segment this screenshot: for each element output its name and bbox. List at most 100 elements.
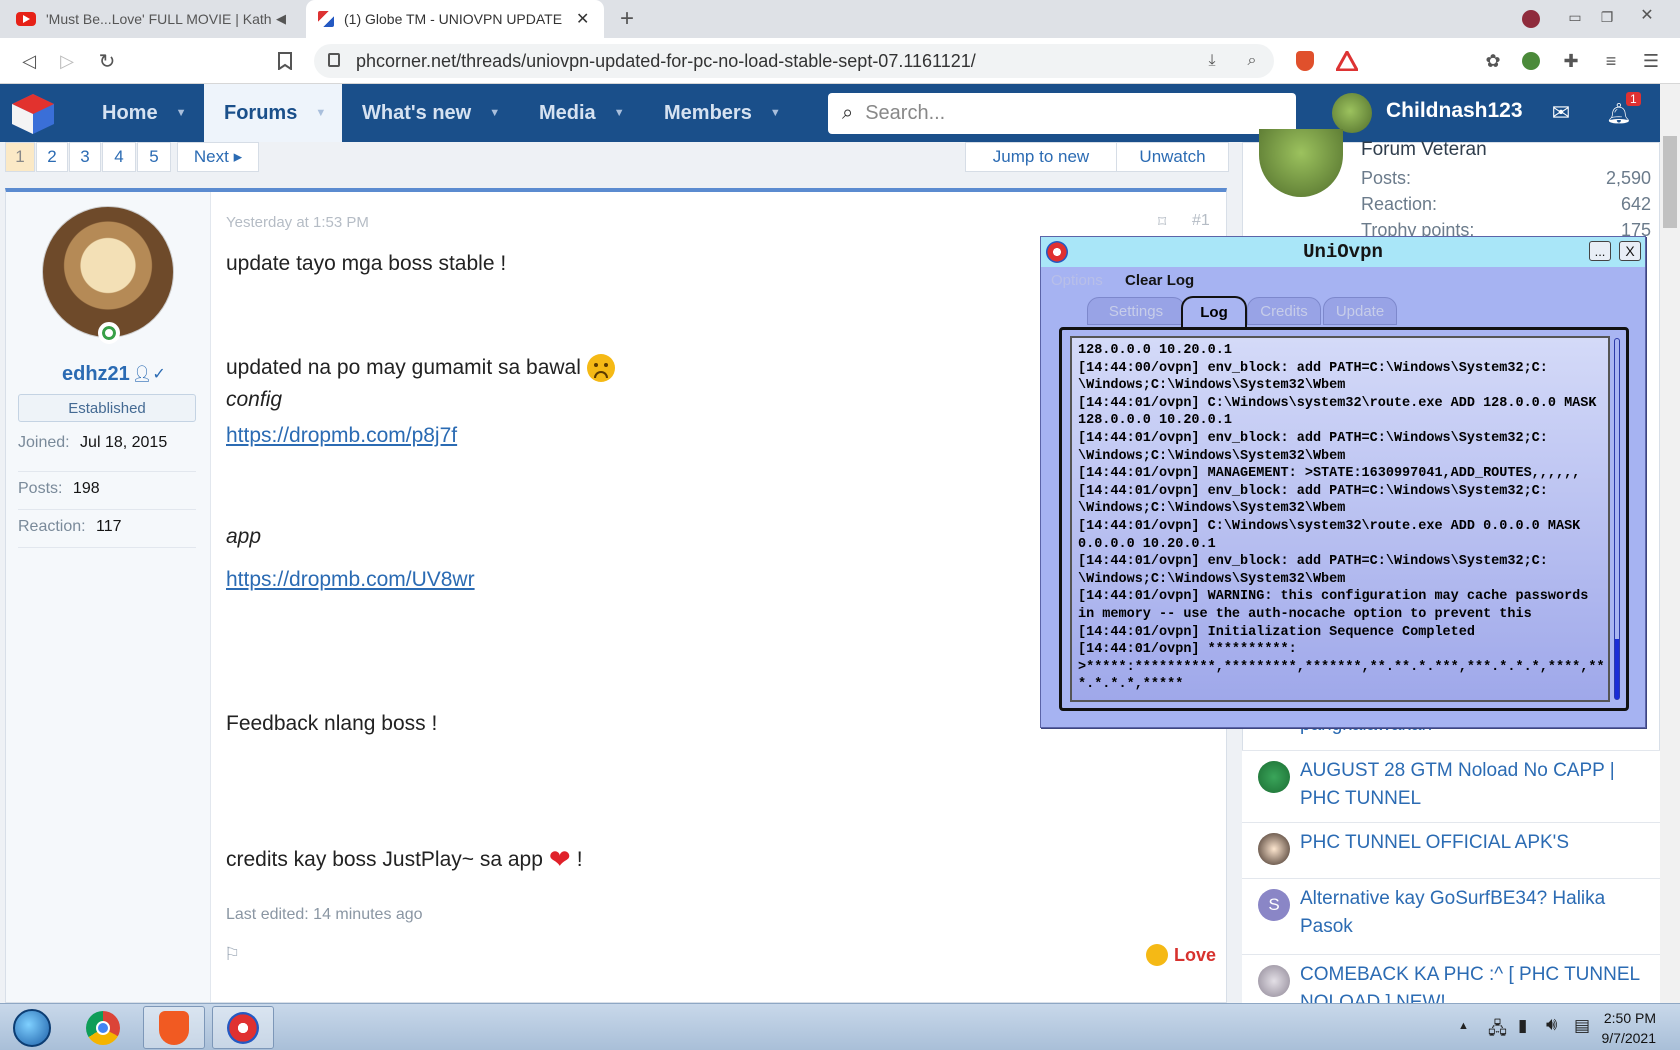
love-reaction-button[interactable]: Love <box>1146 944 1216 966</box>
extension-icon[interactable]: ✿ <box>1478 46 1508 76</box>
profile-menu-icon[interactable] <box>1518 6 1544 32</box>
sidebar-thread[interactable]: AUGUST 28 GTM Noload No CAPP | PHC TUNNE… <box>1242 750 1660 822</box>
uniovpn-tab-update[interactable]: Update <box>1323 297 1397 325</box>
search-input[interactable]: ⌕ Search... <box>828 93 1296 134</box>
nav-media[interactable]: Media ▼ <box>539 84 625 142</box>
post-number[interactable]: #1 <box>1192 212 1210 230</box>
post-timestamp[interactable]: Yesterday at 1:53 PM <box>226 214 369 231</box>
notification-badge: 1 <box>1626 92 1641 106</box>
avatar[interactable] <box>1332 93 1372 133</box>
restore-window-icon[interactable]: ❐ <box>1592 4 1622 30</box>
uniovpn-options-menu[interactable]: Options <box>1051 272 1103 289</box>
action-center-icon[interactable]: ▤ <box>1574 1016 1590 1036</box>
nav-home[interactable]: Home ▼ <box>102 84 186 142</box>
credits-line: credits kay boss JustPlay~ sa app ❤! <box>226 844 583 875</box>
youtube-icon <box>16 12 36 26</box>
page-2-link[interactable]: 2 <box>36 142 68 172</box>
taskbar-uniovpn[interactable] <box>212 1006 274 1049</box>
config-link[interactable]: https://dropmb.com/p8j7f <box>226 424 457 448</box>
uniovpn-close-button[interactable]: X <box>1619 241 1641 261</box>
uniovpn-log-text[interactable]: 128.0.0.0 10.20.0.1 [14:44:00/ovpn] env_… <box>1070 336 1610 702</box>
unwatch-button[interactable]: Unwatch <box>1116 142 1229 172</box>
sidebar-thread[interactable]: PHC TUNNEL OFFICIAL APK'S <box>1242 822 1660 878</box>
chevron-down-icon[interactable]: ▼ <box>770 107 781 119</box>
install-app-icon[interactable]: ⤓ <box>1198 47 1226 75</box>
joined-row: Joined: Jul 18, 2015 <box>18 434 196 472</box>
report-flag-icon[interactable]: ⚐ <box>224 944 240 965</box>
chevron-down-icon[interactable]: ▼ <box>489 107 500 119</box>
username-link[interactable]: Childnash123 <box>1386 99 1523 123</box>
nav-whats-new[interactable]: What's new ▼ <box>362 84 500 142</box>
app-link[interactable]: https://dropmb.com/UV8wr <box>226 568 475 592</box>
chevron-down-icon[interactable]: ▼ <box>614 107 625 119</box>
browser-tab-strip: 'Must Be...Love' FULL MOVIE | Kath ◀ (1)… <box>0 0 1680 38</box>
uniovpn-clear-log-button[interactable]: Clear Log <box>1125 272 1194 289</box>
log-scrollbar[interactable] <box>1614 338 1620 700</box>
page-scrollbar[interactable] <box>1660 84 1680 1003</box>
url-text: phcorner.net/threads/uniovpn-updated-for… <box>356 51 976 71</box>
thread-title[interactable]: COMEBACK KA PHC :^ [ PHC TUNNEL NOLOAD ]… <box>1300 961 1640 1004</box>
thread-title[interactable]: AUGUST 28 GTM Noload No CAPP | PHC TUNNE… <box>1300 757 1640 813</box>
extensions-puzzle-icon[interactable]: ✚ <box>1556 46 1586 76</box>
forward-icon[interactable]: ▷ <box>52 46 82 76</box>
reload-icon[interactable]: ↻ <box>92 46 122 76</box>
uniovpn-tab-log[interactable]: Log <box>1181 296 1247 327</box>
taskbar-chrome[interactable] <box>72 1006 134 1049</box>
minimize-window-icon[interactable]: ▭ <box>1560 4 1590 30</box>
sidebar-avatar[interactable] <box>1259 129 1343 197</box>
sidebar-thread[interactable]: S Alternative kay GoSurfBE34? Halika Paso… <box>1242 878 1660 954</box>
chevron-down-icon[interactable]: ▼ <box>315 107 326 119</box>
brave-rewards-icon[interactable] <box>1332 46 1362 76</box>
address-bar[interactable]: phcorner.net/threads/uniovpn-updated-for… <box>314 44 1274 78</box>
tab-label: Settings <box>1108 302 1164 320</box>
start-button[interactable] <box>2 1006 62 1049</box>
chevron-down-icon[interactable]: ▼ <box>176 107 187 119</box>
uniovpn-tab-credits[interactable]: Credits <box>1247 297 1321 325</box>
power-icon[interactable]: ▮ <box>1518 1016 1527 1036</box>
envelope-icon[interactable]: ✉ <box>1546 98 1576 128</box>
zoom-icon[interactable]: ⌕ <box>1238 47 1266 75</box>
uniovpn-minimize-button[interactable]: ... <box>1589 241 1611 261</box>
thread-title[interactable]: Alternative kay GoSurfBE34? Halika Pasok <box>1300 885 1640 941</box>
close-window-icon[interactable]: ✕ <box>1630 2 1664 28</box>
next-page-button[interactable]: Next ▸ <box>177 142 259 172</box>
log-scrollbar-thumb[interactable] <box>1615 639 1619 699</box>
joined-value: Jul 18, 2015 <box>80 434 168 451</box>
bookmark-icon[interactable] <box>270 46 300 76</box>
brave-shields-icon[interactable] <box>1290 46 1320 76</box>
author-avatar[interactable] <box>42 206 174 338</box>
uniovpn-titlebar[interactable]: UniOvpn ... X <box>1041 237 1645 267</box>
author-name[interactable]: edhz21 <box>62 363 130 386</box>
network-icon[interactable]: 🖧︎ <box>1488 1016 1507 1045</box>
vpn-extension-icon[interactable] <box>1516 46 1546 76</box>
back-icon[interactable]: ◁ <box>14 46 44 76</box>
thread-title[interactable]: PHC TUNNEL OFFICIAL APK'S <box>1300 829 1640 857</box>
playlist-icon[interactable]: ≡ <box>1596 46 1626 76</box>
taskbar-clock[interactable]: 2:50 PM 9/7/2021 <box>1590 1008 1657 1048</box>
tab-phcorner[interactable]: (1) Globe TM - UNIOVPN UPDATE ✕ <box>306 0 604 38</box>
new-tab-button[interactable]: + <box>612 4 642 34</box>
reaction-label: Reaction: <box>18 518 86 535</box>
page-number: 5 <box>149 147 159 166</box>
browser-menu-icon[interactable]: ☰ <box>1636 46 1666 76</box>
show-hidden-icons[interactable]: ▲ <box>1458 1020 1469 1032</box>
phcorner-logo[interactable] <box>10 92 56 136</box>
nav-members[interactable]: Members ▼ <box>664 84 781 142</box>
tab-youtube[interactable]: 'Must Be...Love' FULL MOVIE | Kath ◀ <box>10 0 306 38</box>
page-4-link[interactable]: 4 <box>102 142 136 172</box>
volume-icon[interactable]: 🔊︎ <box>1546 1014 1557 1035</box>
bookmark-post-icon[interactable]: ⌑ <box>1158 212 1166 232</box>
page-3-link[interactable]: 3 <box>69 142 101 172</box>
nav-forums[interactable]: Forums ▼ <box>204 84 342 142</box>
uniovpn-tab-settings[interactable]: Settings <box>1087 297 1185 325</box>
close-tab-icon[interactable]: ✕ <box>576 9 589 29</box>
post-user-column: edhz21 👤︎✓ Established Joined: Jul 18, 2… <box>6 192 211 1002</box>
sidebar-thread[interactable]: COMEBACK KA PHC :^ [ PHC TUNNEL NOLOAD ]… <box>1242 954 1660 1004</box>
page-1-link[interactable]: 1 <box>5 142 35 172</box>
nav-label: Forums <box>224 101 298 124</box>
scrollbar-thumb[interactable] <box>1663 136 1677 228</box>
taskbar-brave[interactable] <box>143 1006 205 1049</box>
windows-logo-icon <box>13 1008 51 1047</box>
jump-to-new-button[interactable]: Jump to new <box>965 142 1117 172</box>
page-5-link[interactable]: 5 <box>137 142 171 172</box>
